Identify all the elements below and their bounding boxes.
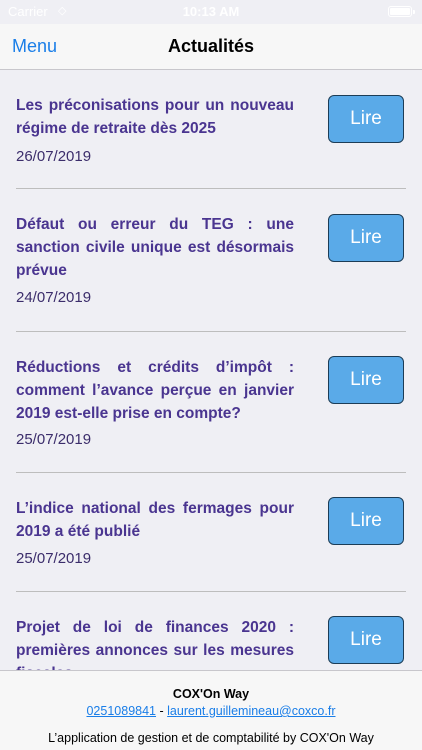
- read-button[interactable]: Lire: [328, 497, 404, 545]
- list-item: Projet de loi de finances 2020 : premièr…: [0, 592, 422, 670]
- article-headline: Réductions et crédits d’impôt : comment …: [16, 359, 294, 422]
- clock: 10:13 AM: [182, 4, 240, 19]
- read-button[interactable]: Lire: [328, 214, 404, 262]
- list-item: Les préconisations pour un nouveau régim…: [0, 70, 422, 189]
- article-headline: Projet de loi de finances 2020 : premièr…: [16, 619, 294, 670]
- article-date: 24/07/2019: [16, 289, 92, 306]
- read-button[interactable]: Lire: [328, 616, 404, 664]
- contact-separator: -: [159, 704, 164, 718]
- news-list[interactable]: Les préconisations pour un nouveau régim…: [0, 70, 422, 670]
- read-button[interactable]: Lire: [328, 95, 404, 143]
- footer-contacts: 0251089841 - laurent.guillemineau@coxco.…: [0, 704, 422, 718]
- article-headline: L’indice national des fermages pour 2019…: [16, 500, 294, 540]
- phone-link[interactable]: 0251089841: [86, 704, 156, 718]
- footer-tagline: L’application de gestion et de comptabil…: [48, 731, 374, 745]
- article-headline: Les préconisations pour un nouveau régim…: [16, 97, 294, 137]
- article-date: 25/07/2019: [16, 431, 92, 448]
- article-date: 26/07/2019: [16, 148, 92, 165]
- page-title: Actualités: [167, 36, 255, 56]
- footer-brand: COX'On Way: [172, 687, 250, 701]
- read-button[interactable]: Lire: [328, 356, 404, 404]
- list-item: L’indice national des fermages pour 2019…: [0, 473, 422, 592]
- article-date: 25/07/2019: [16, 550, 92, 567]
- article-headline: Défaut ou erreur du TEG : une sanction c…: [16, 216, 294, 279]
- navigation-bar: Menu Actualités: [0, 24, 422, 70]
- list-item: Réductions et crédits d’impôt : comment …: [0, 332, 422, 473]
- list-item: Défaut ou erreur du TEG : une sanction c…: [0, 189, 422, 332]
- battery-icon: [388, 6, 415, 17]
- status-bar: Carrier ◇ 10:13 AM: [0, 0, 422, 24]
- footer: COX'On Way 0251089841 - laurent.guillemi…: [0, 670, 422, 750]
- email-link[interactable]: laurent.guillemineau@coxco.fr: [167, 704, 335, 718]
